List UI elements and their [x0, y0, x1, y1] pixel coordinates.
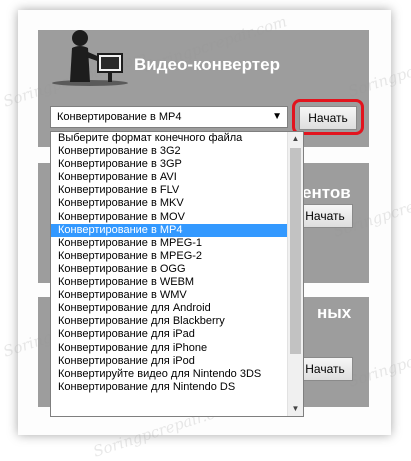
format-dropdown-list[interactable]: Выберите формат конечного файла Конверти… [50, 131, 304, 417]
format-option[interactable]: Конвертирование в 3GP [51, 158, 288, 171]
dropdown-scrollbar[interactable]: ▲ ▼ [287, 132, 303, 416]
panel-title-fragment: ных [317, 303, 352, 322]
format-option[interactable]: Конвертирование в MKV [51, 197, 288, 210]
start-button-3[interactable]: Начать [297, 357, 353, 381]
format-option[interactable]: Конвертирование для Blackberry [51, 315, 288, 328]
format-option[interactable]: Конвертирование для Nintendo DS [51, 381, 288, 394]
scrollbar-thumb[interactable] [290, 148, 301, 354]
panel-title-fragment: ентов [302, 183, 351, 202]
format-option-selected[interactable]: Конвертирование в MP4 [51, 223, 288, 237]
format-option[interactable]: Конвертирование для Android [51, 302, 288, 315]
format-option[interactable]: Конвертирование в WEBM [51, 276, 288, 289]
format-option[interactable]: Конвертирование в MOV [51, 211, 288, 224]
format-select[interactable]: Конвертирование в MP4 ▼ [50, 106, 288, 128]
chevron-down-icon[interactable]: ▼ [272, 107, 282, 127]
page-title: Видео-конвертер [134, 55, 280, 74]
format-options: Выберите формат конечного файла Конверти… [51, 132, 288, 394]
format-option[interactable]: Конвертирование в OGG [51, 263, 288, 276]
scroll-up-icon[interactable]: ▲ [288, 132, 303, 146]
format-option[interactable]: Конвертирование для iPad [51, 328, 288, 341]
format-option[interactable]: Конвертирование в FLV [51, 184, 288, 197]
format-option[interactable]: Конвертирование в MPEG-1 [51, 237, 288, 250]
video-converter-logo-icon [52, 30, 128, 86]
format-select-value: Конвертирование в MP4 [57, 111, 182, 123]
format-option[interactable]: Конвертирование в AVI [51, 171, 288, 184]
format-option[interactable]: Конвертирование для iPod [51, 355, 288, 368]
scroll-down-icon[interactable]: ▼ [288, 402, 303, 416]
format-option[interactable]: Выберите формат конечного файла [51, 132, 288, 145]
format-option[interactable]: Конвертирование в MPEG-2 [51, 250, 288, 263]
format-option[interactable]: Конвертирование в 3G2 [51, 145, 288, 158]
format-option[interactable]: Конвертируйте видео для Nintendo 3DS [51, 368, 288, 381]
format-option[interactable]: Конвертирование в WMV [51, 289, 288, 302]
format-option[interactable]: Конвертирование для iPhone [51, 342, 288, 355]
start-button[interactable]: Начать [299, 106, 357, 130]
start-button-2[interactable]: Начать [297, 204, 353, 228]
